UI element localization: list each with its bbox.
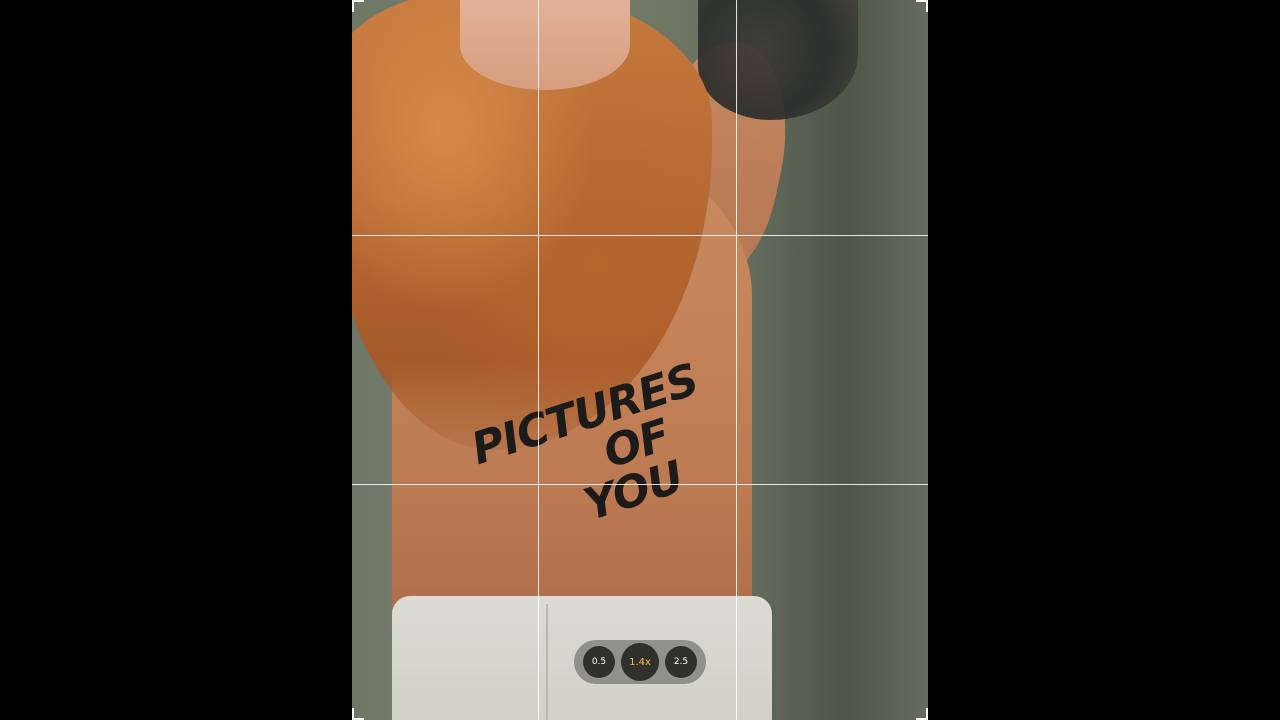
zoom-2-5-button[interactable]: 2.5 xyxy=(665,646,697,678)
crop-corner-top-right xyxy=(916,0,928,12)
crop-corner-bottom-left xyxy=(352,708,364,720)
grid-line-horizontal-1 xyxy=(352,235,928,236)
grid-line-vertical-2 xyxy=(736,0,737,720)
jeans-seam xyxy=(546,604,548,720)
grid-line-horizontal-2 xyxy=(352,484,928,485)
subject-hand xyxy=(460,0,630,90)
zoom-1-4x-button[interactable]: 1.4x xyxy=(621,643,659,681)
crop-corner-top-left xyxy=(352,0,364,12)
grid-line-vertical-1 xyxy=(538,0,539,720)
zoom-0-5-button[interactable]: 0.5 xyxy=(583,646,615,678)
camera-viewfinder[interactable]: PICTURES OF YOU 0.5 1.4x 2.5 xyxy=(352,0,928,720)
crop-corner-bottom-right xyxy=(916,708,928,720)
zoom-selector: 0.5 1.4x 2.5 xyxy=(574,640,706,684)
